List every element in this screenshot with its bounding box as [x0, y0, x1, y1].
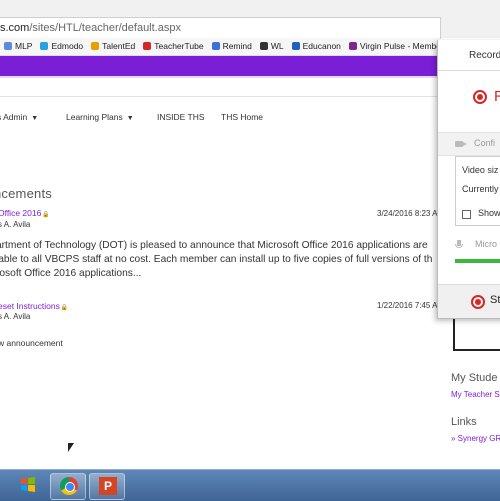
stop-button[interactable]: St [438, 284, 500, 318]
chevron-down-icon: ▼ [126, 115, 134, 122]
browser-toolbar: s.com/sites/HTL/teacher/default.aspx [0, 0, 500, 39]
nav-item-label: INSIDE THS [157, 112, 205, 122]
announcement-date: 3/24/2016 8:23 A [377, 209, 438, 218]
announcement-title-link[interactable]: eset Instructions🔒 [0, 301, 68, 311]
announcement-date: 1/22/2016 7:45 A [377, 301, 438, 310]
bookmark-label: Edmodo [51, 41, 84, 51]
bookmark-item[interactable]: Educanon [291, 38, 341, 55]
configure-label: Confi [474, 138, 496, 148]
body-line: lable to all VBCPS staff at no cost. Eac… [0, 254, 433, 265]
mouse-cursor-icon [68, 443, 74, 452]
stop-button-label: St [490, 294, 500, 306]
attachment-icon: 🔒 [60, 305, 69, 311]
nav-item-admin[interactable]: s Admin ▼ [0, 112, 38, 122]
bookmark-icon [259, 41, 268, 50]
bookmark-item[interactable]: MLP [4, 38, 32, 55]
nav-item-label: THS Home [221, 112, 264, 122]
nav-item-ths-home[interactable]: THS Home [221, 112, 263, 122]
bookmark-icon [143, 41, 152, 50]
bookmark-item[interactable]: WL [259, 38, 284, 55]
widget-box [453, 318, 500, 351]
start-button[interactable] [14, 473, 42, 498]
windows-logo-icon [21, 477, 35, 492]
page-bottom [0, 444, 440, 469]
header-divider [0, 76, 440, 78]
url-host: s.com [0, 22, 30, 34]
show-label: Show [478, 208, 500, 218]
show-checkbox[interactable] [462, 210, 471, 219]
site-header-bar [0, 56, 440, 76]
recorder-panel: Record R Confi Video siz Currently Show … [437, 40, 500, 319]
announcement-author: s A. Avila [0, 312, 31, 321]
bookmark-label: Virgin Pulse - Membe [359, 41, 440, 51]
taskbar-powerpoint[interactable]: P [89, 473, 125, 500]
bookmark-item[interactable]: Virgin Pulse - Membe [348, 38, 440, 55]
video-size-label: Video siz [462, 165, 499, 175]
announcement-author: s A. Avila [0, 220, 31, 229]
bookmark-icon [348, 41, 357, 50]
announcement-body: artment of Technology (DOT) is pleased t… [0, 239, 440, 281]
taskbar-chrome[interactable] [50, 473, 86, 500]
nav-item-learning-plans[interactable]: Learning Plans ▼ [66, 112, 134, 122]
mic-level-meter [455, 259, 500, 263]
bookmark-label: TeacherTube [154, 41, 204, 51]
camera-icon [455, 141, 467, 147]
my-students-heading: My Stude [451, 372, 498, 384]
add-announcement-link[interactable]: w announcement [0, 338, 63, 348]
links-heading: Links [451, 416, 477, 428]
bookmark-label: WL [270, 41, 284, 51]
bookmark-icon [291, 41, 300, 50]
bookmarks-bar: MLP Edmodo TalentEd TeacherTube Remind WL Educ… [0, 38, 440, 56]
bookmark-icon [40, 41, 49, 50]
bookmark-icon [4, 41, 12, 50]
page-nav-divider [0, 96, 440, 101]
video-settings-box: Video siz Currently Show [455, 156, 500, 226]
microphone-label: Micro [475, 239, 497, 249]
attachment-icon: 🔒 [42, 212, 50, 218]
announcement-title: Office 2016 [0, 208, 42, 218]
record-button-label: R [494, 88, 500, 105]
announcement-title: eset Instructions [0, 301, 60, 311]
bookmark-item[interactable]: TeacherTube [143, 38, 204, 55]
divider [438, 70, 500, 71]
announcements-heading: ncements [0, 186, 52, 201]
synergy-link[interactable]: » Synergy GR [451, 434, 500, 443]
configure-section[interactable]: Confi [438, 132, 500, 156]
bookmark-item[interactable]: TalentEd [91, 38, 135, 55]
microphone-icon [455, 240, 463, 248]
address-bar[interactable]: s.com/sites/HTL/teacher/default.aspx [0, 17, 441, 39]
chrome-icon [60, 477, 78, 495]
nav-item-label: s Admin [0, 112, 28, 122]
bookmark-item[interactable]: Remind [211, 38, 252, 55]
bookmark-item[interactable]: Edmodo [40, 38, 83, 55]
microphone-section[interactable]: Micro [438, 238, 500, 252]
body-line: rosoft Office 2016 applications... [0, 268, 142, 279]
windows-taskbar: P [0, 469, 500, 501]
stop-icon [471, 295, 485, 309]
mic-level-fill [455, 259, 500, 263]
bookmark-label: Educanon [302, 41, 341, 51]
url-path: /sites/HTL/teacher/default.aspx [29, 22, 181, 34]
bookmark-label: TalentEd [102, 41, 136, 51]
bookmark-label: Remind [222, 41, 252, 51]
nav-item-label: Learning Plans [66, 112, 123, 122]
announcement-title-link[interactable]: Office 2016🔒 [0, 208, 50, 218]
recorder-title: Record [469, 50, 500, 61]
nav-item-inside-ths[interactable]: INSIDE THS [157, 112, 205, 122]
chevron-down-icon: ▼ [31, 115, 39, 122]
record-icon [473, 90, 487, 104]
powerpoint-icon: P [99, 477, 117, 495]
my-teacher-link[interactable]: My Teacher S [451, 390, 500, 399]
currently-label: Currently [462, 184, 499, 194]
bookmark-label: MLP [15, 41, 33, 51]
bookmark-icon [211, 41, 220, 50]
bookmark-icon [91, 41, 100, 50]
body-line: artment of Technology (DOT) is pleased t… [0, 240, 428, 251]
